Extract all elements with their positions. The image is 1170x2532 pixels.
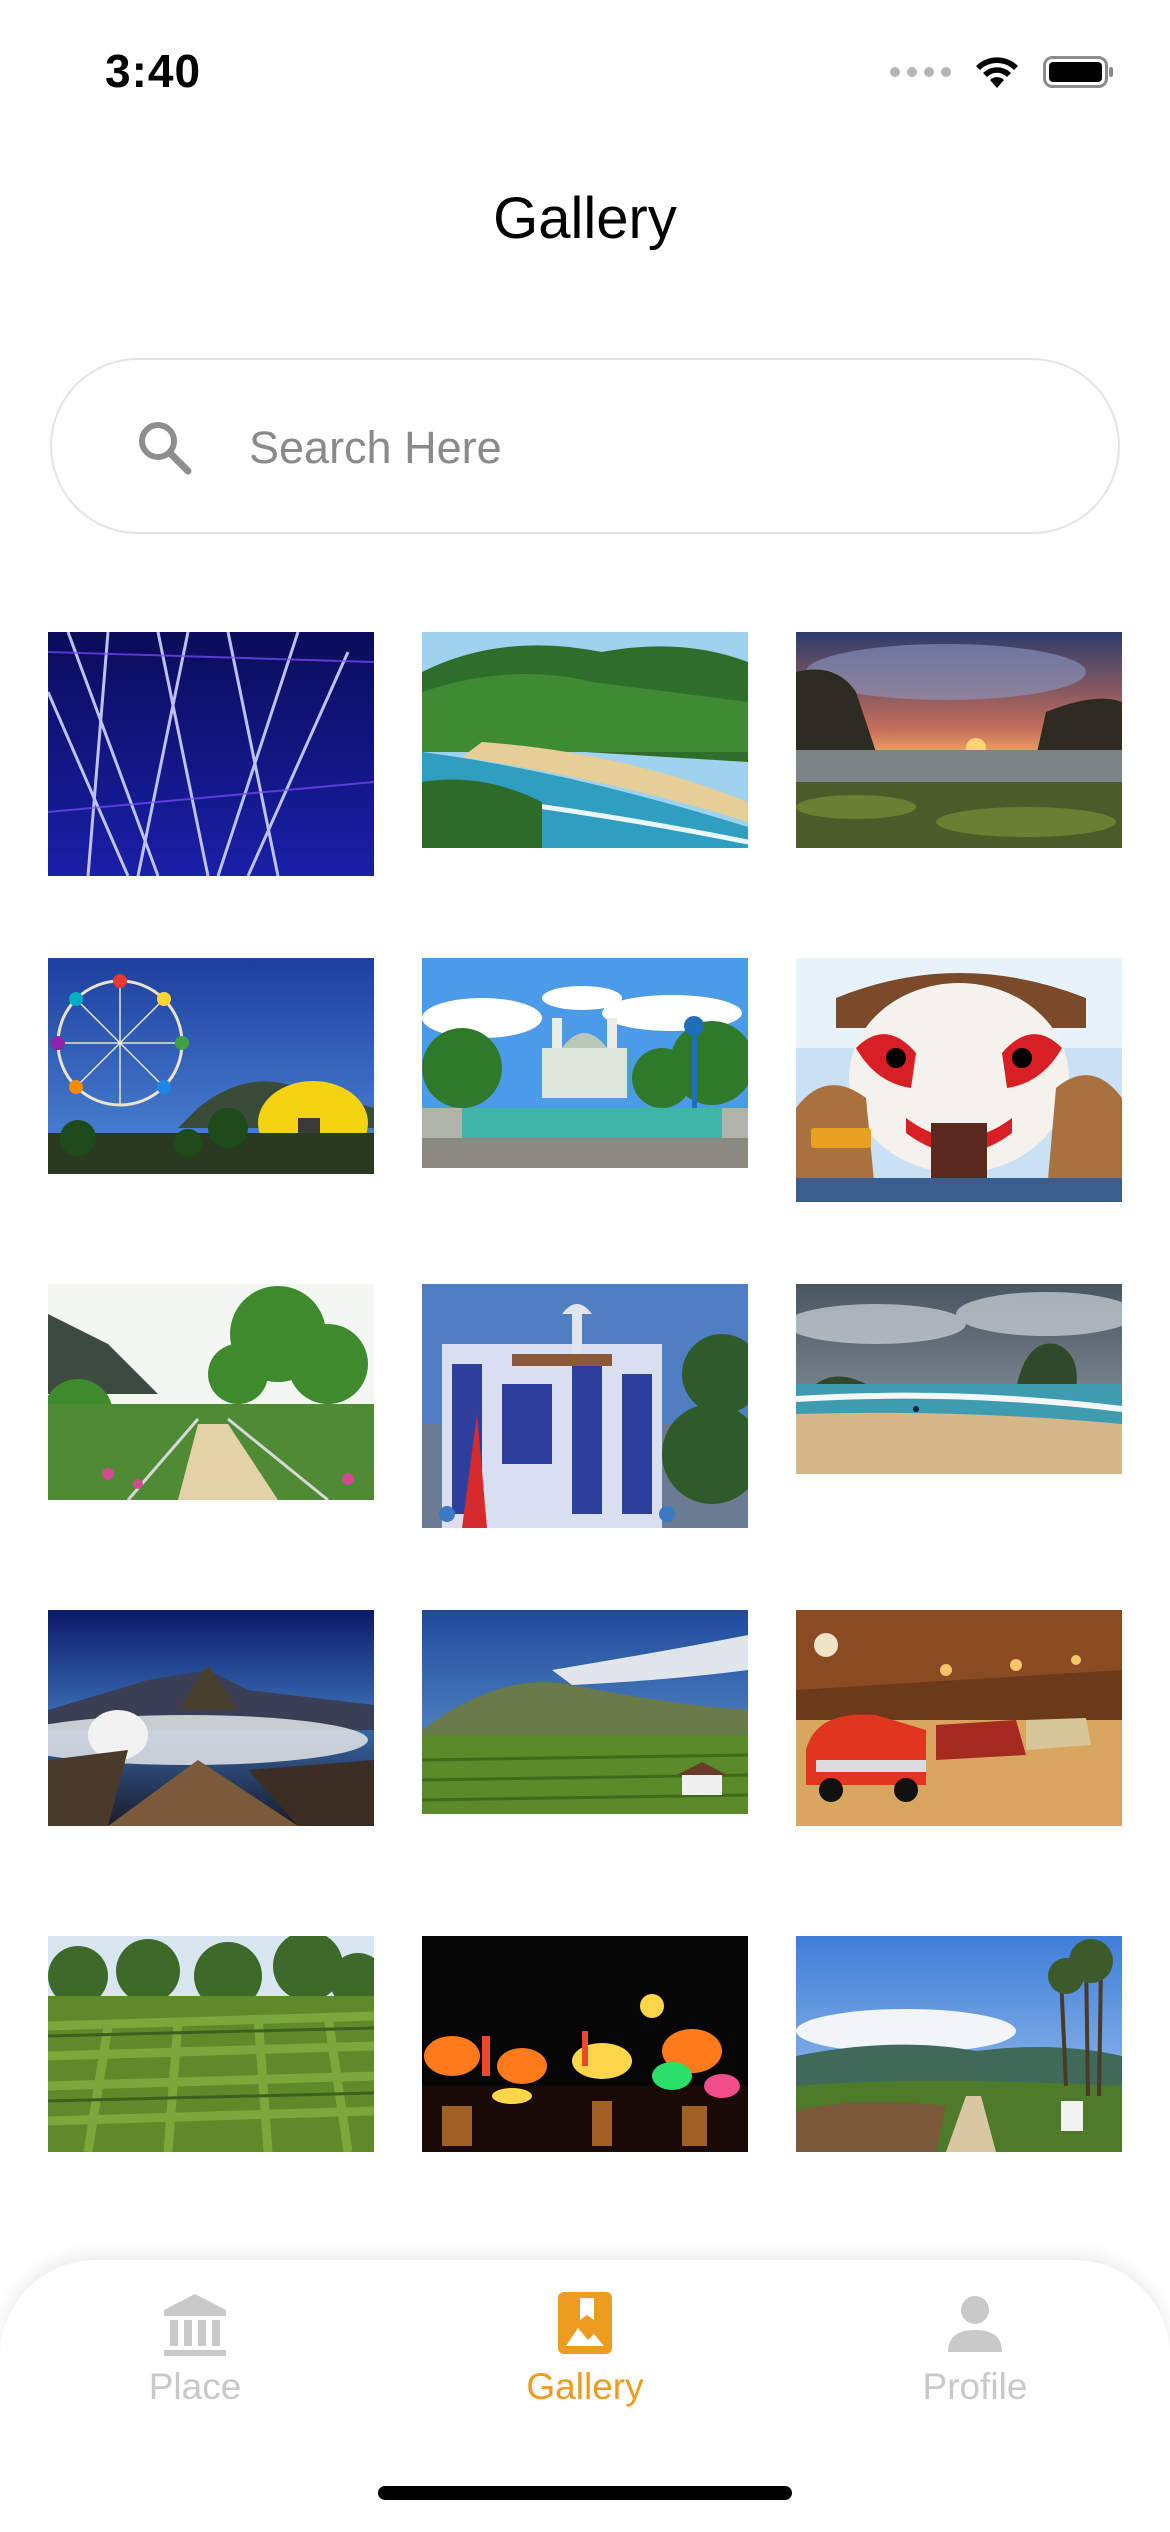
- tab-profile-label: Profile: [922, 2366, 1028, 2407]
- tab-place[interactable]: Place: [45, 2282, 345, 2432]
- gallery-photo-hilltop-viewpoint-path[interactable]: [796, 1936, 1122, 2152]
- gallery-photo-tropical-beach-cove[interactable]: [422, 632, 748, 848]
- gallery-photo-lantern-festival-night[interactable]: [422, 1936, 748, 2152]
- gallery-photo-beach-with-rock-island[interactable]: [796, 1284, 1122, 1474]
- photo-grid: [0, 0, 1170, 2200]
- gallery-photo-green-hills-village[interactable]: [422, 1610, 748, 1814]
- gallery-photo-hedge-maze-garden[interactable]: [48, 1936, 374, 2152]
- tab-place-label: Place: [148, 2366, 242, 2407]
- gallery-photo-mosque-with-fountain[interactable]: [422, 958, 748, 1168]
- gallery-photo-volcano-crater-landscape[interactable]: [48, 1610, 374, 1826]
- gallery-photo-sunset-rocky-shore[interactable]: [796, 632, 1122, 848]
- museum-icon: [164, 2294, 226, 2356]
- gallery-photo-vintage-car-museum[interactable]: [796, 1610, 1122, 1826]
- photo-bookmark-icon: [558, 2292, 612, 2354]
- gallery-photo-laser-light-show[interactable]: [48, 632, 374, 876]
- gallery-photo-giant-clown-mask-entrance[interactable]: [796, 958, 1122, 1202]
- gallery-photo-ornate-blue-mosque[interactable]: [422, 1284, 748, 1528]
- gallery-photo-garden-bridge-walkway[interactable]: [48, 1284, 374, 1500]
- gallery-photo-ferris-wheel-park[interactable]: [48, 958, 374, 1174]
- tab-profile[interactable]: Profile: [825, 2282, 1125, 2432]
- home-indicator[interactable]: [378, 2486, 792, 2500]
- tab-gallery[interactable]: Gallery: [435, 2282, 735, 2432]
- person-icon: [948, 2296, 1002, 2352]
- tab-gallery-label: Gallery: [526, 2366, 644, 2407]
